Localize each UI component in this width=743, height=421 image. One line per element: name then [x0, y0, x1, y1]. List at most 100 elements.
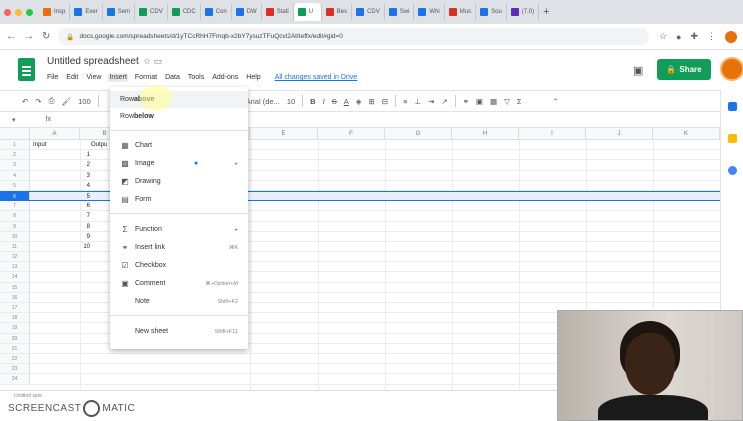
row-number[interactable]: 6 [0, 191, 30, 201]
menu-help[interactable]: Help [245, 73, 261, 82]
data-cell[interactable]: 1 [60, 150, 90, 159]
menu-item-insert-link[interactable]: ⚭ Insert link ⌘K [110, 239, 248, 256]
browser-profile-icon[interactable] [725, 30, 737, 43]
table-row[interactable]: 21 [0, 150, 720, 161]
row-number[interactable]: 20 [0, 333, 30, 343]
row-number[interactable]: 12 [0, 252, 30, 262]
forward-icon[interactable]: → [24, 31, 34, 42]
document-title[interactable]: Untitled spreadsheet [47, 56, 139, 67]
column-header[interactable]: J [586, 128, 653, 140]
name-box[interactable]: ▾ [12, 116, 16, 124]
calendar-icon[interactable] [728, 102, 737, 111]
row-number[interactable]: 7 [0, 201, 30, 211]
saved-status[interactable]: All changes saved in Drive [274, 73, 359, 82]
browser-tab[interactable]: Exer [70, 3, 103, 21]
vertical-align-icon[interactable]: ⊥ [414, 97, 421, 106]
table-row[interactable]: 65 [0, 190, 720, 202]
menu-view[interactable]: View [85, 73, 102, 82]
browser-tab[interactable]: CDV [135, 3, 168, 21]
table-row[interactable]: 54 [0, 180, 720, 191]
menu-edit[interactable]: Edit [65, 73, 79, 82]
row-number[interactable]: 1 [0, 140, 30, 150]
header-cell-input[interactable]: Input [33, 140, 46, 149]
insert-chart-icon[interactable]: ▦ [490, 97, 497, 106]
print-icon[interactable]: ⎙ [49, 96, 55, 106]
row-number[interactable]: 4 [0, 170, 30, 180]
table-row[interactable]: 16 [0, 292, 720, 303]
menu-dots-icon[interactable]: ⋮ [707, 31, 716, 42]
row-number[interactable]: 17 [0, 303, 30, 313]
menu-insert[interactable]: Insert [108, 73, 128, 82]
select-all-corner[interactable] [0, 128, 30, 140]
row-number[interactable]: 2 [0, 150, 30, 160]
table-row[interactable]: 15 [0, 282, 720, 293]
table-row[interactable]: 32 [0, 160, 720, 171]
zoom-select[interactable]: 100 [78, 97, 91, 106]
browser-tab[interactable]: Sem [103, 3, 136, 21]
row-number[interactable]: 15 [0, 282, 30, 292]
minimize-window-button[interactable] [15, 8, 22, 16]
browser-tab[interactable]: DW [232, 3, 262, 21]
menu-addons[interactable]: Add-ons [211, 73, 239, 82]
data-cell[interactable]: 5 [60, 192, 90, 200]
merge-cells-icon[interactable]: ⊟ [382, 97, 388, 106]
text-rotate-icon[interactable]: ↗ [441, 97, 447, 106]
menu-format[interactable]: Format [134, 73, 158, 82]
browser-tab[interactable]: Whi [414, 3, 445, 21]
table-row[interactable]: 1 Input Outpu [0, 140, 720, 151]
column-header[interactable]: E [250, 128, 318, 140]
table-row[interactable]: 76 [0, 201, 720, 212]
font-size-select[interactable]: 10 [287, 97, 295, 106]
horizontal-align-icon[interactable]: ≡ [403, 97, 407, 106]
browser-tab[interactable]: (7,0) [507, 3, 540, 21]
menu-item-note[interactable]: Note Shift+F2 [110, 293, 248, 310]
browser-tab[interactable]: U [293, 3, 322, 21]
text-color-icon[interactable]: A [344, 97, 349, 106]
data-cell[interactable]: 6 [60, 201, 90, 210]
bookmark-star-icon[interactable]: ☆ [659, 31, 667, 42]
menu-item-row-below[interactable]: Row below [110, 108, 248, 125]
menu-data[interactable]: Data [164, 73, 181, 82]
browser-tab[interactable]: Swi [385, 3, 415, 21]
tasks-icon[interactable] [728, 166, 737, 175]
user-avatar[interactable] [720, 57, 743, 81]
menu-item-chart[interactable]: ▦ Chart [110, 137, 248, 154]
table-row[interactable]: 12 [0, 252, 720, 263]
data-cell[interactable]: 7 [60, 211, 90, 220]
table-row[interactable]: 87 [0, 211, 720, 222]
insert-comment-icon[interactable]: ▣ [476, 97, 483, 106]
row-number[interactable]: 19 [0, 323, 30, 333]
row-number[interactable]: 16 [0, 292, 30, 302]
insert-link-icon[interactable]: ⚭ [463, 97, 469, 106]
star-folder-icons[interactable]: ☆ ▭ [143, 56, 162, 67]
text-wrap-icon[interactable]: ⇥ [428, 97, 434, 106]
table-row[interactable]: 98 [0, 221, 720, 232]
column-header[interactable]: A [30, 128, 80, 140]
row-number[interactable]: 14 [0, 272, 30, 282]
row-number[interactable]: 18 [0, 313, 30, 323]
fill-color-icon[interactable]: ◈ [356, 97, 362, 106]
browser-tab[interactable]: Stati [262, 3, 294, 21]
browser-tab[interactable]: Mus [445, 3, 477, 21]
row-number[interactable]: 23 [0, 364, 30, 374]
menu-item-new-sheet[interactable]: New sheet Shift+F11 [110, 323, 248, 340]
browser-tab[interactable]: CDV [352, 3, 385, 21]
back-icon[interactable]: ← [6, 31, 16, 42]
menu-item-image[interactable]: ▩ Image ● ▸ [110, 155, 248, 172]
comment-history-icon[interactable]: ▣ [633, 64, 643, 77]
column-header[interactable]: K [653, 128, 720, 140]
bold-icon[interactable]: B [310, 97, 315, 106]
row-number[interactable]: 21 [0, 343, 30, 353]
table-row[interactable]: 43 [0, 170, 720, 181]
browser-tab[interactable]: Insp [39, 3, 71, 21]
browser-tab[interactable]: Con [201, 3, 232, 21]
italic-icon[interactable]: I [323, 97, 325, 106]
row-number[interactable]: 3 [0, 160, 30, 170]
table-row[interactable]: 10 9 [0, 231, 720, 242]
column-header[interactable]: H [452, 128, 519, 140]
column-header[interactable]: F [318, 128, 385, 140]
borders-icon[interactable]: ⊞ [369, 97, 375, 106]
table-row[interactable]: 14 [0, 272, 720, 283]
menu-item-checkbox[interactable]: ☑ Checkbox [110, 257, 248, 274]
functions-icon[interactable]: Σ [517, 97, 522, 106]
